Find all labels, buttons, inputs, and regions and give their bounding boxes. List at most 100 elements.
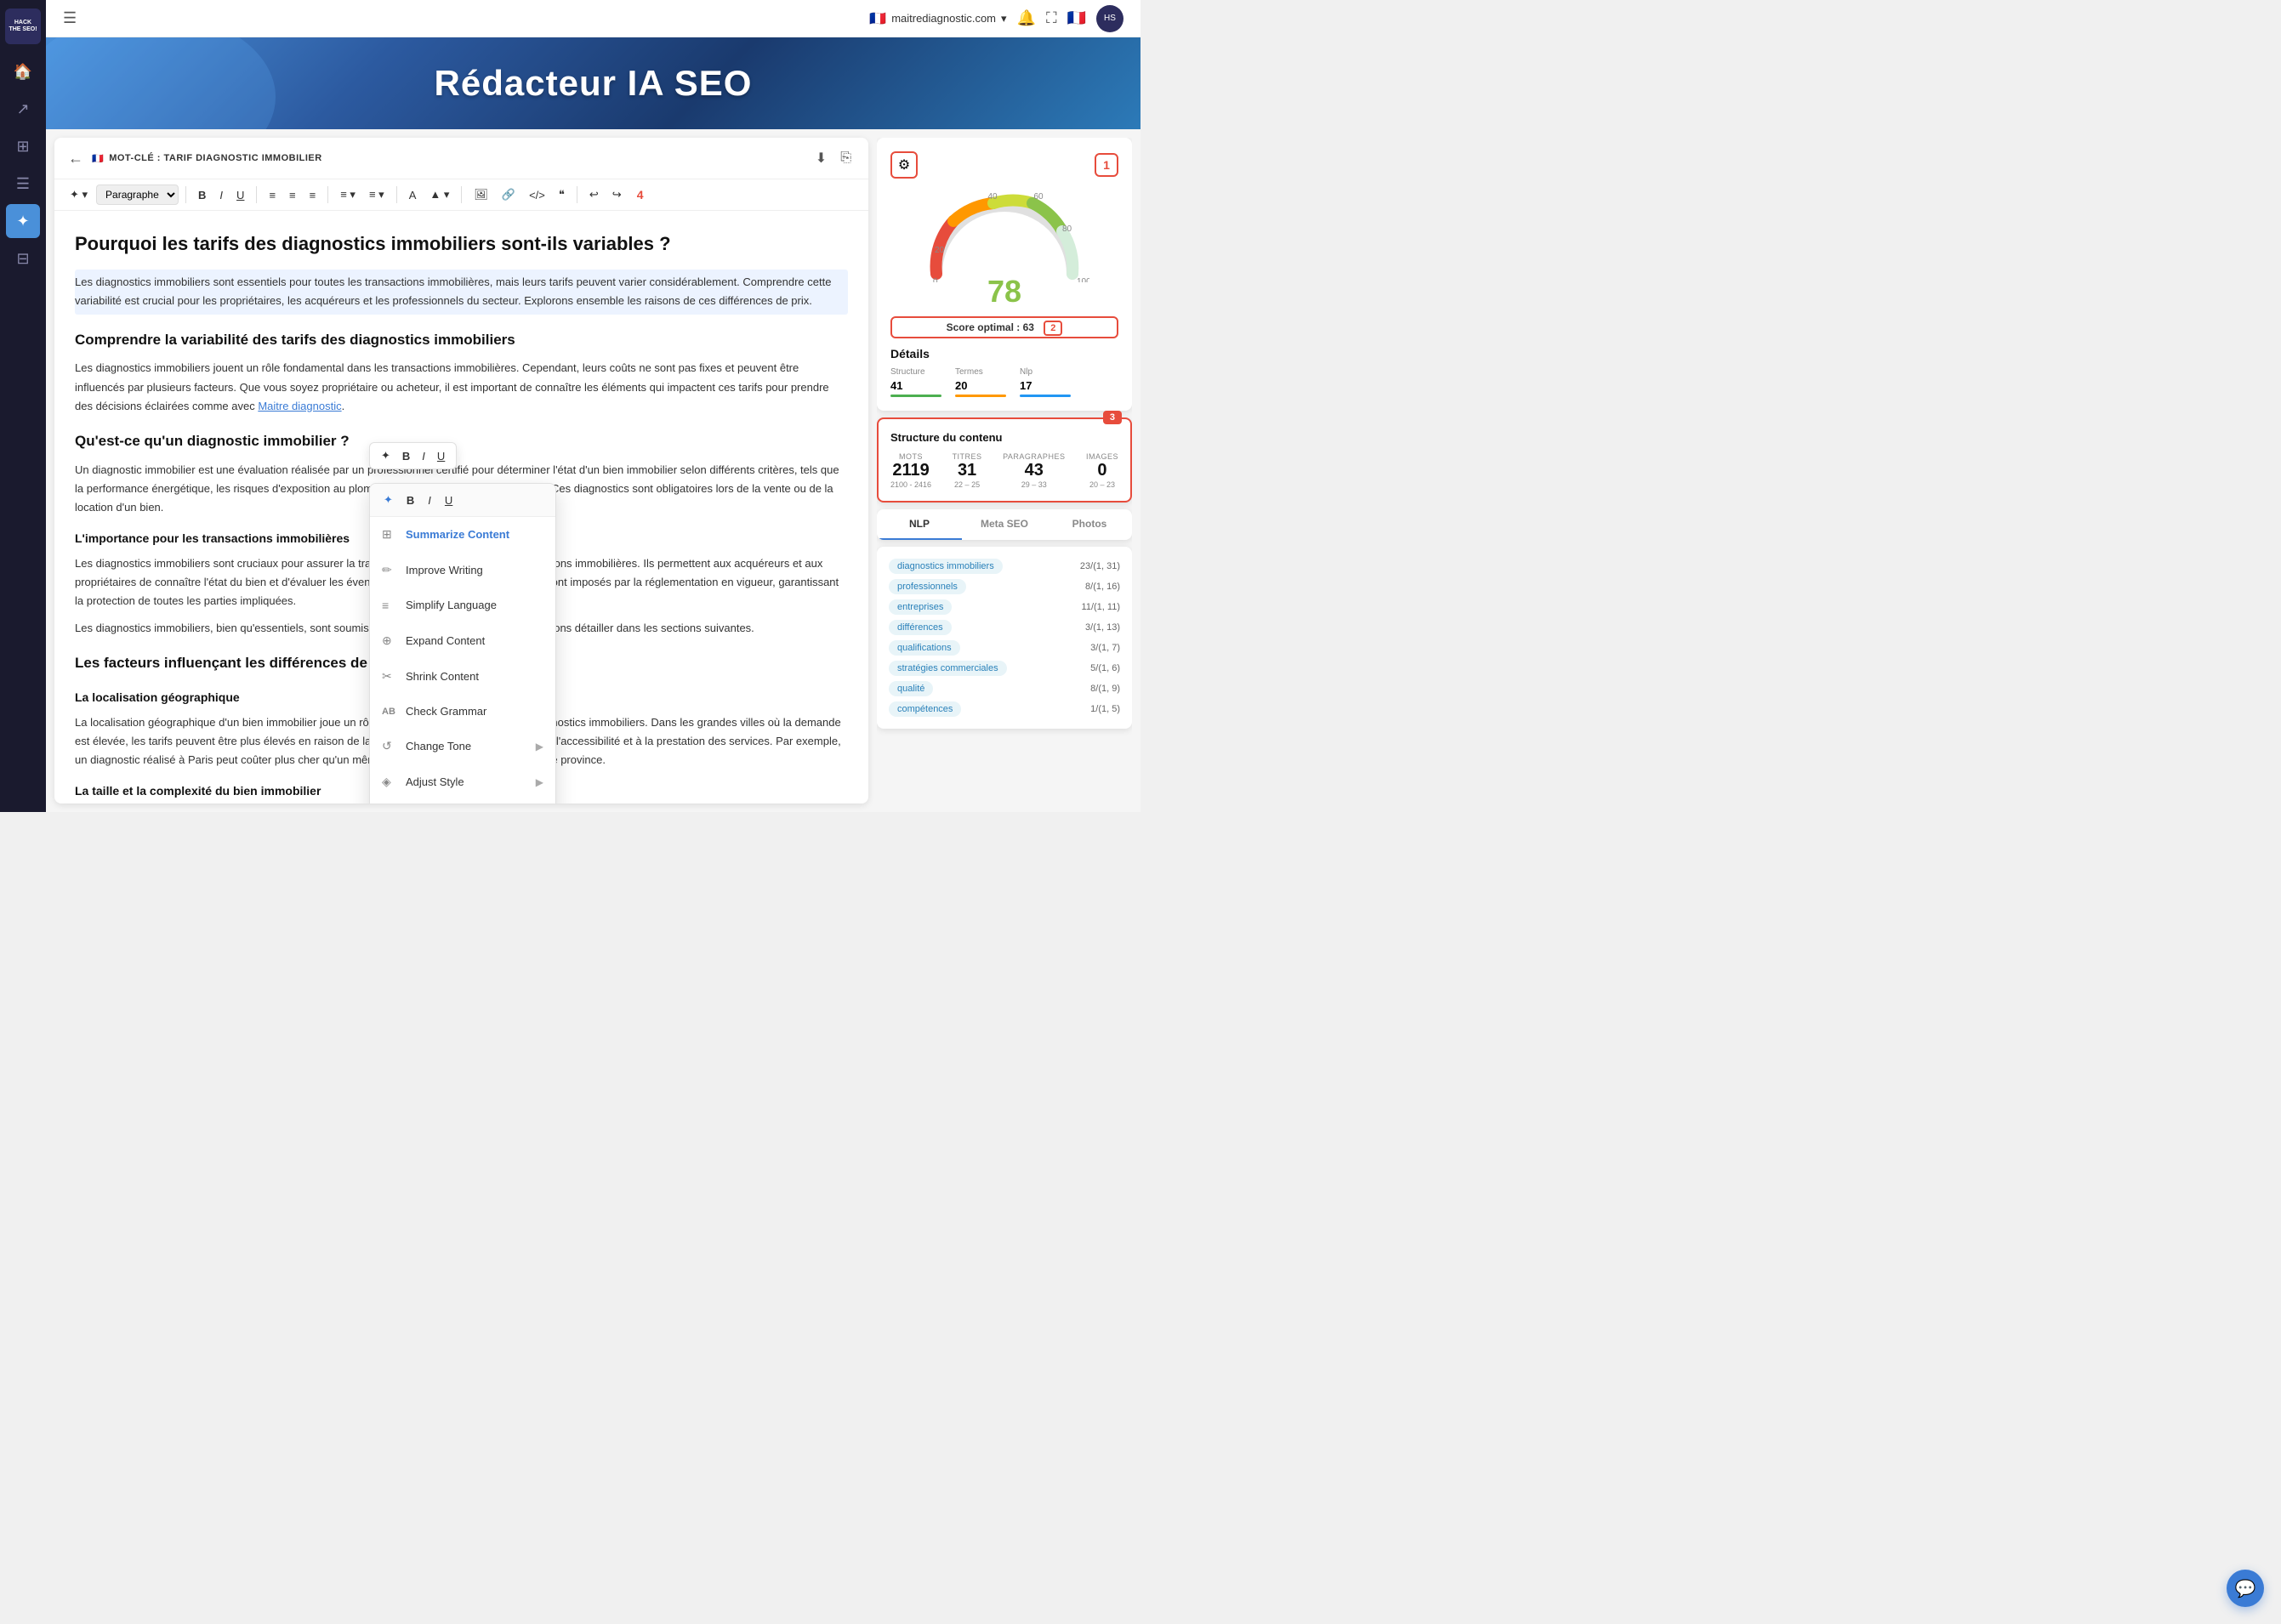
language-flag[interactable]: 🇫🇷 [1067,9,1086,27]
notification-icon[interactable]: 🔔 [1017,9,1036,27]
sel-italic-btn[interactable]: I [418,447,429,465]
article-h2-2: Qu'est-ce qu'un diagnostic immobilier ? [75,429,848,454]
stat-images: IMAGES 0 20 – 23 [1086,452,1118,489]
ctx-simplify[interactable]: ≡ Simplify Language [370,588,555,624]
expand-icon: ⊕ [382,631,397,651]
sel-underline-btn[interactable]: U [433,447,449,465]
ctx-summarize[interactable]: ⊞ Summarize Content [370,517,555,553]
separator-2 [256,186,257,203]
code-button[interactable]: </> [524,185,550,205]
separator-5 [461,186,462,203]
ctx-improve-writing[interactable]: ✏ Improve Writing [370,553,555,588]
sidebar-item-home[interactable]: 🏠 [6,54,40,88]
text-color-button[interactable]: A [404,185,422,205]
structure-stats: MOTS 2119 2100 - 2416 TITRES 31 22 – 25 … [890,452,1118,489]
undo-button[interactable]: ↩ [584,185,604,205]
structure-bar [890,395,941,397]
menu-icon[interactable]: ☰ [63,9,77,27]
nlp-label: Nlp [1020,367,1071,377]
kw-tag-diagnostics[interactable]: diagnostics immobiliers [889,559,1003,574]
kw-qualite: qualité 8/(1, 9) [889,681,1120,696]
paragraphes-label: PARAGRAPHES [1003,452,1065,461]
align-center-button[interactable]: ≡ [284,185,301,205]
stat-titres: TITRES 31 22 – 25 [953,452,982,489]
sidebar-item-analytics[interactable]: ↗ [6,92,40,126]
kw-tag-qualite[interactable]: qualité [889,681,933,696]
kw-count-strategies: 5/(1, 6) [1090,663,1120,673]
ctx-translate[interactable]: ⇄ Translate to ▶ [370,800,555,803]
chat-button[interactable]: 💬 [2227,1570,2264,1607]
kw-tag-strategies[interactable]: stratégies commerciales [889,661,1007,676]
mots-range: 2100 - 2416 [890,480,931,489]
sidebar-item-ai-editor[interactable]: ✦ [6,204,40,238]
paragraph-style-select[interactable]: Paragraphe [96,185,179,205]
settings-button[interactable]: ⚙ [890,151,918,179]
fullscreen-icon[interactable]: ⛶ [1046,9,1057,27]
tabs-row: NLP Meta SEO Photos [877,509,1132,540]
kw-tag-competences[interactable]: compétences [889,701,961,717]
user-avatar[interactable]: HS [1096,5,1123,32]
redo-button[interactable]: ↪ [607,185,627,205]
tab-meta-seo[interactable]: Meta SEO [962,509,1047,540]
images-value: 0 [1097,461,1106,480]
ctx-grammar[interactable]: AB Check Grammar [370,695,555,729]
article-p1: Les diagnostics immobiliers jouent un rô… [75,359,848,415]
bold-button[interactable]: B [193,185,211,205]
svg-text:40: 40 [987,192,998,202]
ctx-style[interactable]: ◈ Adjust Style ▶ [370,764,555,800]
svg-text:20: 20 [935,246,945,255]
editor-content[interactable]: Pourquoi les tarifs des diagnostics immo… [54,211,868,803]
export-button[interactable]: ⎘ [837,146,855,170]
keyword-badge: 🇫🇷 MOT-CLÉ : TARIF DIAGNOSTIC IMMOBILIER [92,153,322,164]
sel-ai-btn[interactable]: ✦ [377,446,395,465]
quote-button[interactable]: ❝ [554,185,570,205]
italic-button[interactable]: I [214,185,228,205]
ordered-list-button[interactable]: ≡ ▾ [364,185,390,205]
sidebar-item-document[interactable]: ☰ [6,167,40,201]
hero-banner: Rédacteur IA SEO [46,37,1140,129]
site-dropdown-icon: ▾ [1001,12,1007,26]
detail-termes: Termes 20 [955,367,1006,397]
ctx-expand[interactable]: ⊕ Expand Content [370,623,555,659]
separator-3 [327,186,328,203]
tab-photos[interactable]: Photos [1047,509,1132,540]
ctx-ai-btn[interactable]: ✦ [378,491,398,509]
underline-button[interactable]: U [231,185,249,205]
gauge-score: 78 [987,274,1021,309]
ctx-shrink[interactable]: ✂ Shrink Content [370,659,555,695]
kw-tag-entreprises[interactable]: entreprises [889,599,952,615]
tab-nlp[interactable]: NLP [877,509,962,540]
sidebar-item-other[interactable]: ⊟ [6,241,40,275]
back-button[interactable]: ← [68,150,83,168]
kw-professionnels: professionnels 8/(1, 16) [889,579,1120,594]
site-name: maitrediagnostic.com [891,12,996,25]
download-button[interactable]: ⬇ [812,146,830,170]
kw-tag-differences[interactable]: différences [889,620,952,635]
structure-label: Structure [890,367,941,377]
ai-button[interactable]: ✦ ▾ [65,185,93,205]
stat-mots: MOTS 2119 2100 - 2416 [890,452,931,489]
site-flag: 🇫🇷 [869,10,886,27]
maitre-diagnostic-link[interactable]: Maitre diagnostic [258,400,341,412]
kw-entreprises: entreprises 11/(1, 11) [889,599,1120,615]
image-button[interactable]: 🖼 [469,185,493,205]
align-left-button[interactable]: ≡ [264,185,281,205]
sel-bold-btn[interactable]: B [398,447,414,465]
summarize-icon: ⊞ [382,525,397,545]
shrink-label: Shrink Content [406,667,479,686]
sidebar-item-puzzle[interactable]: ⊞ [6,129,40,163]
kw-count-qualifications: 3/(1, 7) [1090,643,1120,653]
ctx-italic-btn[interactable]: I [423,491,436,509]
highlight-color-button[interactable]: ▲ ▾ [424,185,454,205]
kw-count-professionnels: 8/(1, 16) [1085,582,1120,592]
bullet-list-button[interactable]: ≡ ▾ [335,185,361,205]
align-right-button[interactable]: ≡ [304,185,321,205]
site-selector[interactable]: 🇫🇷 maitrediagnostic.com ▾ [869,10,1006,27]
kw-tag-qualifications[interactable]: qualifications [889,640,960,656]
kw-tag-professionnels[interactable]: professionnels [889,579,966,594]
ctx-tone[interactable]: ↺ Change Tone ▶ [370,729,555,764]
ctx-bold-btn[interactable]: B [401,491,419,509]
simplify-icon: ≡ [382,596,397,616]
link-button[interactable]: 🔗 [497,185,520,205]
ctx-underline-btn[interactable]: U [440,491,458,509]
